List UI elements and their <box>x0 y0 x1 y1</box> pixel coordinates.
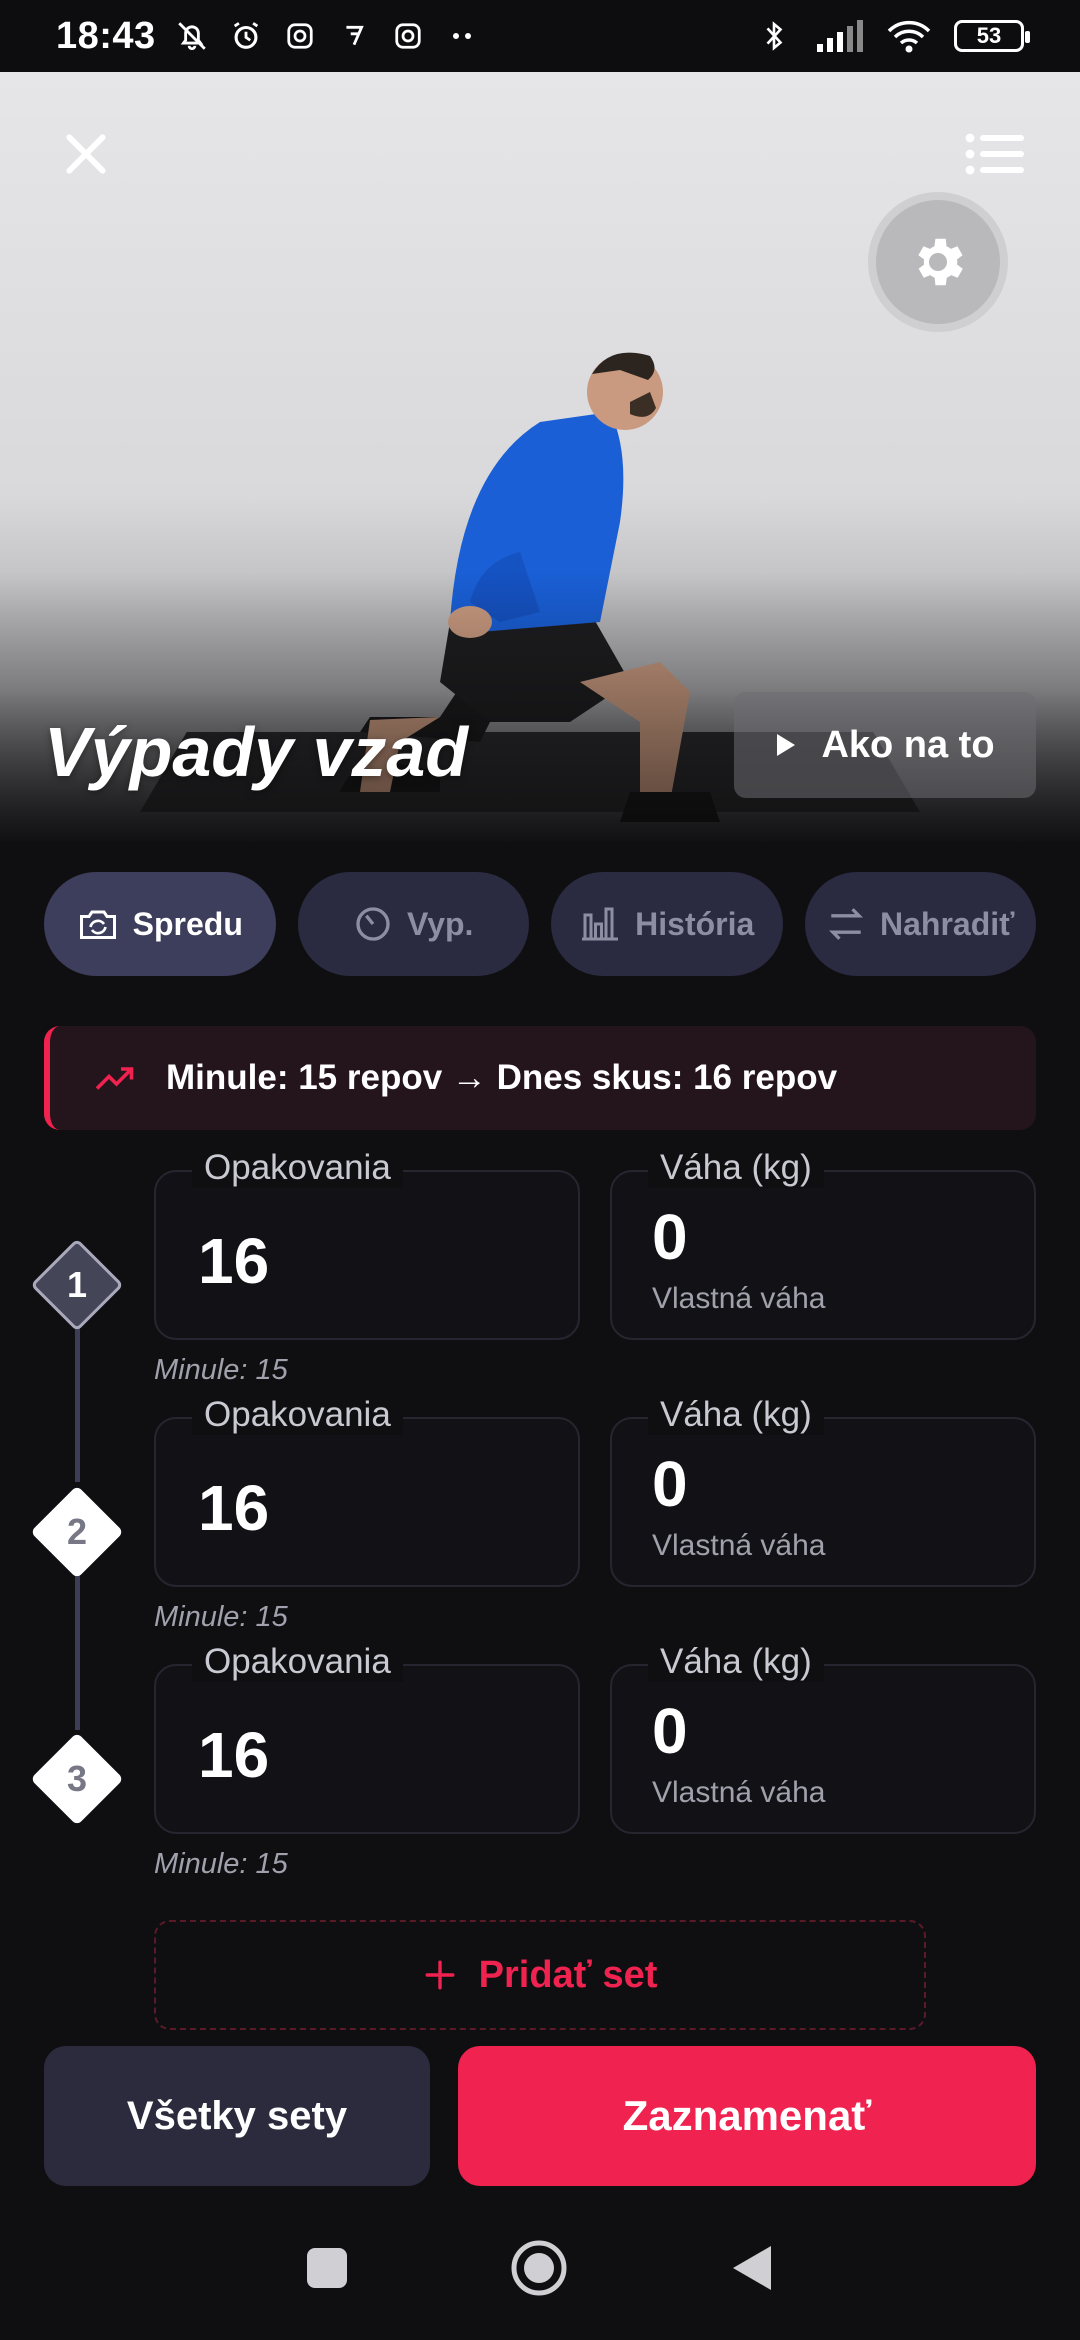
back-triangle-icon <box>733 2245 771 2290</box>
reps-label: Opakovania <box>192 1148 403 1188</box>
set-number: 2 <box>66 1511 88 1552</box>
reps-label: Opakovania <box>192 1395 403 1435</box>
list-icon <box>965 133 1024 175</box>
home-circle-icon <box>511 2240 567 2295</box>
previous-reps: Minule: 15 <box>154 1601 288 1633</box>
weight-field[interactable]: Váha (kg) 0 Vlastná váha <box>610 1148 1036 1340</box>
close-icon <box>66 134 106 174</box>
tab-label: Vyp. <box>407 905 474 942</box>
tab-history[interactable]: História <box>551 872 783 976</box>
reps-label: Opakovania <box>192 1642 403 1682</box>
close-button[interactable] <box>56 124 116 184</box>
set-row: 2 Opakovania 16 Váha (kg) 0 Vlastná váha… <box>0 1395 1080 1665</box>
set-number: 1 <box>66 1264 88 1305</box>
exercise-title: Výpady vzad <box>44 713 469 791</box>
tab-front[interactable]: Spredu <box>44 872 276 976</box>
weight-subtext: Vlastná váha <box>652 1529 826 1562</box>
square-icon <box>307 2247 347 2288</box>
add-set-button[interactable]: Pridať set <box>154 1920 926 2030</box>
home-button[interactable] <box>509 2238 569 2303</box>
all-sets-button[interactable]: Všetky sety <box>44 2046 430 2186</box>
progress-hint-banner: Minule: 15 repov → Dnes skus: 16 repov <box>44 1026 1036 1130</box>
weight-value[interactable]: 0 <box>652 1694 688 1768</box>
reps-field[interactable]: Opakovania 16 <box>154 1642 580 1834</box>
banner-text: Minule: 15 repov → Dnes skus: 16 repov <box>166 1058 838 1097</box>
alarm-icon <box>228 18 264 54</box>
tab-label: Nahradiť <box>880 905 1015 942</box>
weight-field[interactable]: Váha (kg) 0 Vlastná váha <box>610 1642 1036 1834</box>
signal-icon <box>814 18 864 54</box>
previous-reps: Minule: 15 <box>154 1354 288 1386</box>
camera-rotate-icon <box>79 910 116 939</box>
weight-value[interactable]: 0 <box>652 1447 688 1521</box>
tab-replace[interactable]: Nahradiť <box>804 872 1036 976</box>
set-row: 3 Opakovania 16 Váha (kg) 0 Vlastná váha… <box>0 1642 1080 1912</box>
set-number: 3 <box>66 1758 88 1799</box>
bar-chart-icon <box>582 907 619 941</box>
system-nav-bar <box>0 2200 1080 2340</box>
weight-field[interactable]: Váha (kg) 0 Vlastná váha <box>610 1395 1036 1587</box>
record-button[interactable]: Zaznamenať <box>458 2046 1036 2186</box>
instagram-icon <box>390 18 426 54</box>
bell-off-icon <box>174 18 210 54</box>
how-to-button[interactable]: Ako na to <box>734 692 1036 798</box>
how-to-label: Ako na to <box>821 723 995 766</box>
weight-subtext: Vlastná váha <box>652 1776 826 1809</box>
reps-field[interactable]: Opakovania 16 <box>154 1148 580 1340</box>
settings-button[interactable] <box>868 192 1008 332</box>
weight-label: Váha (kg) <box>648 1148 824 1188</box>
battery-level: 53 <box>976 23 1002 48</box>
wifi-icon <box>886 18 932 54</box>
weight-label: Váha (kg) <box>648 1395 824 1435</box>
previous-reps: Minule: 15 <box>154 1848 288 1880</box>
status-time: 18:43 <box>56 14 156 57</box>
gear-icon <box>918 238 963 286</box>
bluetooth-icon <box>756 18 792 54</box>
more-dots-icon <box>444 18 480 54</box>
reps-value[interactable]: 16 <box>198 1718 269 1792</box>
app-icon <box>336 18 372 54</box>
tab-label: História <box>635 905 755 942</box>
status-bar: 18:43 53 <box>0 0 1080 72</box>
tab-label: Spredu <box>132 905 243 942</box>
add-set-label: Pridať set <box>478 1953 658 1996</box>
exercise-list-button[interactable] <box>964 124 1024 184</box>
battery-icon: 53 <box>954 20 1030 52</box>
play-icon <box>777 734 796 756</box>
exercise-video[interactable]: Výpady vzad Ako na to <box>0 72 1080 842</box>
weight-subtext: Vlastná váha <box>652 1282 826 1315</box>
plus-icon <box>425 1960 455 1990</box>
back-button[interactable] <box>729 2242 775 2299</box>
reps-value[interactable]: 16 <box>198 1471 269 1545</box>
exercise-tabs: Spredu Vyp. História Nahradiť <box>44 872 1036 976</box>
set-row: 1 Opakovania 16 Váha (kg) 0 Vlastná váha… <box>0 1148 1080 1418</box>
reps-value[interactable]: 16 <box>198 1224 269 1298</box>
trending-up-icon <box>95 1067 134 1090</box>
instagram-icon <box>282 18 318 54</box>
weight-label: Váha (kg) <box>648 1642 824 1682</box>
weight-value[interactable]: 0 <box>652 1200 688 1274</box>
tab-timer[interactable]: Vyp. <box>297 872 529 976</box>
swap-icon <box>828 908 864 940</box>
timer-icon <box>356 907 390 941</box>
recents-button[interactable] <box>305 2246 349 2295</box>
reps-field[interactable]: Opakovania 16 <box>154 1395 580 1587</box>
